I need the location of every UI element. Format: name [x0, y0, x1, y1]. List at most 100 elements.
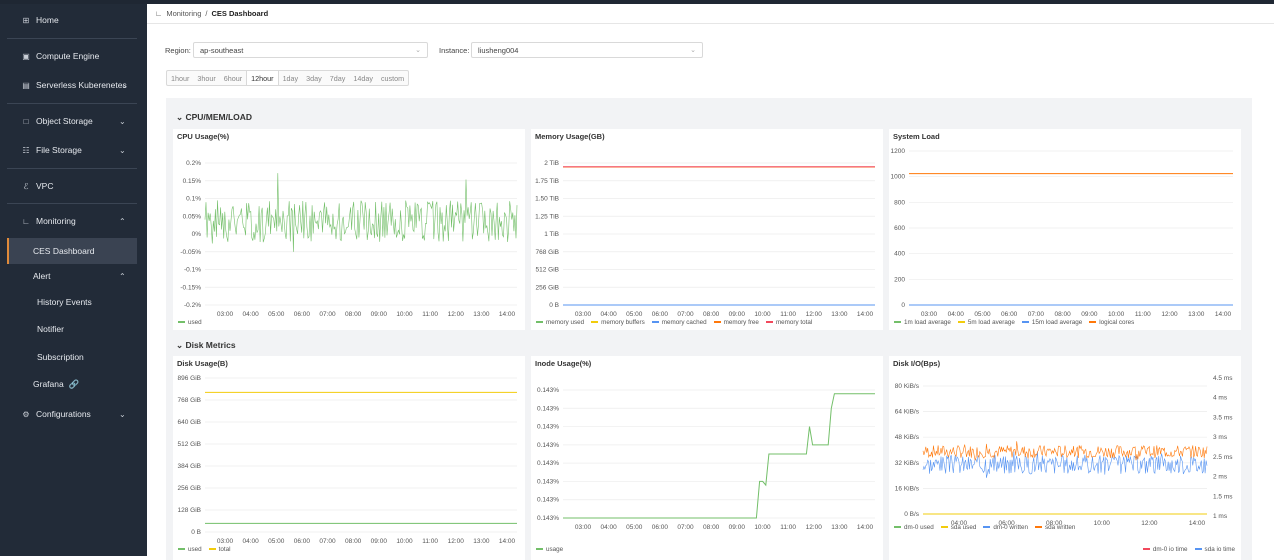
- sidebar-item-object-storage[interactable]: □ Object Storage ⌄: [0, 111, 147, 131]
- section-title: CPU/MEM/LOAD: [185, 112, 253, 122]
- legend-item[interactable]: memory free: [713, 319, 759, 326]
- legend-item[interactable]: 5m load average: [957, 319, 1015, 326]
- y2-tick-label: 2 ms: [1213, 474, 1228, 481]
- legend-swatch: [940, 526, 948, 529]
- range-7day[interactable]: 7day: [326, 71, 350, 85]
- x-tick-label: 06:00: [1001, 311, 1018, 318]
- legend-item[interactable]: usage: [536, 546, 563, 553]
- y-tick-label: 0.143%: [537, 497, 559, 504]
- y-tick-label: 16 KiB/s: [895, 485, 920, 492]
- main-content: ∟ Monitoring / CES Dashboard Region: ap-…: [147, 4, 1274, 560]
- y-tick-label: 0%: [192, 231, 202, 238]
- section-title: Disk Metrics: [185, 340, 236, 350]
- legend-item[interactable]: sda io time: [1194, 546, 1235, 553]
- y-tick-label: 0 B: [191, 529, 201, 536]
- x-tick-label: 06:00: [294, 538, 311, 545]
- range-custom[interactable]: custom: [377, 71, 408, 85]
- y-tick-label: 80 KiB/s: [895, 383, 920, 390]
- grid-icon: ⊞: [22, 15, 30, 25]
- x-tick-label: 12:00: [1141, 520, 1158, 527]
- y-tick-label: 256 GiB: [178, 485, 202, 492]
- sidebar-item-monitoring[interactable]: ∟ Monitoring ⌃: [0, 211, 147, 231]
- breadcrumb-parent[interactable]: Monitoring: [166, 9, 201, 18]
- sidebar-item-home[interactable]: ⊞ Home: [0, 10, 147, 30]
- x-tick-label: 05:00: [626, 311, 643, 318]
- sidebar-item-serverless-kubernetes[interactable]: ▤ Serverless Kuberenetes ⌄: [0, 75, 147, 95]
- sidebar-item-vpc[interactable]: ℰ VPC: [0, 176, 147, 196]
- sidebar-item-notifier[interactable]: Notifier: [0, 319, 147, 339]
- x-tick-label: 07:00: [677, 524, 694, 531]
- section-header-cpu[interactable]: ⌄ CPU/MEM/LOAD: [176, 112, 252, 123]
- range-3hour[interactable]: 3hour: [193, 71, 219, 85]
- sidebar-divider: [7, 203, 137, 204]
- chart-legend-secondary: dm-0 io time sda io time: [1142, 546, 1235, 553]
- y2-tick-label: 4 ms: [1213, 395, 1228, 402]
- y-tick-label: 0: [901, 302, 905, 309]
- legend-item[interactable]: memory cached: [651, 319, 707, 326]
- y-tick-label: 0 B: [549, 302, 559, 309]
- x-tick-label: 06:00: [294, 311, 311, 318]
- range-1hour[interactable]: 1hour: [167, 71, 193, 85]
- chart-icon: ∟: [155, 9, 163, 18]
- y-tick-label: 896 GiB: [178, 375, 202, 382]
- sidebar-item-configurations[interactable]: ⚙ Configurations ⌄: [0, 404, 147, 424]
- cpu-usage-panel: CPU Usage(%) 0.2% 0.15% 0.1% 0.05% 0% -0.05% -0…: [173, 129, 525, 330]
- legend-item[interactable]: used: [178, 319, 202, 326]
- system-load-panel: System Load 1200 1000 800 600 400 200 0 03:00 04:…: [889, 129, 1241, 330]
- sidebar-item-history-events[interactable]: History Events: [0, 292, 147, 312]
- section-header-disk[interactable]: ⌄ Disk Metrics: [176, 340, 236, 351]
- legend-item[interactable]: dm-0 io time: [1142, 546, 1188, 553]
- chevron-down-icon: ⌄: [121, 80, 128, 90]
- legend-swatch: [1034, 526, 1042, 529]
- x-tick-label: 12:00: [806, 311, 823, 318]
- legend-item[interactable]: used: [178, 546, 202, 553]
- range-12hour[interactable]: 12hour: [246, 71, 279, 85]
- y-tick-label: 1.75 TiB: [535, 178, 559, 185]
- x-tick-label: 04:00: [948, 311, 965, 318]
- sidebar-item-label: Home: [36, 15, 59, 25]
- range-3day[interactable]: 3day: [302, 71, 326, 85]
- sidebar-item-file-storage[interactable]: ☷ File Storage ⌄: [0, 140, 147, 160]
- sidebar-item-compute-engine[interactable]: ▣ Compute Engine: [0, 46, 147, 66]
- legend-swatch: [894, 321, 901, 324]
- link-icon: 🔗: [68, 378, 80, 389]
- dashboard-area: ⌄ CPU/MEM/LOAD ⌄ Disk Metrics CPU Usage(…: [166, 98, 1252, 560]
- x-tick-label: 14:00: [499, 538, 516, 545]
- legend-item[interactable]: sda used: [940, 524, 976, 531]
- sidebar-divider: [7, 103, 137, 104]
- x-tick-label: 08:00: [345, 538, 362, 545]
- sidebar-item-label: Subscription: [37, 352, 84, 362]
- range-6hour[interactable]: 6hour: [220, 71, 246, 85]
- y-tick-label: 400: [894, 251, 905, 258]
- sidebar-item-ces-dashboard[interactable]: CES Dashboard: [7, 238, 137, 264]
- x-tick-label: 13:00: [473, 311, 490, 318]
- legend-item[interactable]: logical cores: [1089, 319, 1134, 326]
- legend-item[interactable]: sda written: [1034, 524, 1075, 531]
- region-label: Region:: [165, 46, 191, 55]
- y2-tick-label: 3.5 ms: [1213, 414, 1233, 421]
- legend-item[interactable]: dm-0 used: [894, 524, 934, 531]
- y-tick-label: 1200: [891, 148, 906, 155]
- legend-swatch: [591, 321, 599, 324]
- y-tick-label: 48 KiB/s: [895, 434, 920, 441]
- chart-legend: usage: [536, 546, 563, 553]
- chevron-down-icon: ⌄: [119, 145, 126, 155]
- legend-item[interactable]: 1m load average: [894, 319, 951, 326]
- x-tick-label: 03:00: [217, 538, 234, 545]
- legend-item[interactable]: total: [208, 546, 231, 553]
- region-select[interactable]: ap-southeast ⌄: [193, 42, 428, 58]
- x-tick-label: 10:00: [1094, 520, 1111, 527]
- x-tick-label: 13:00: [1188, 311, 1205, 318]
- legend-item[interactable]: memory buffers: [591, 319, 645, 326]
- sidebar-item-subscription[interactable]: Subscription: [0, 347, 147, 367]
- legend-item[interactable]: memory total: [765, 319, 812, 326]
- series-line-sda-written: [922, 441, 1208, 462]
- range-1day[interactable]: 1day: [279, 71, 303, 85]
- range-14day[interactable]: 14day: [349, 71, 377, 85]
- legend-item[interactable]: 15m load average: [1021, 319, 1082, 326]
- instance-select[interactable]: liusheng004 ⌄: [471, 42, 703, 58]
- sidebar-item-alert[interactable]: Alert ⌃: [0, 266, 147, 286]
- legend-item[interactable]: memory used: [536, 319, 584, 326]
- legend-item[interactable]: dm-0 written: [983, 524, 1028, 531]
- sidebar-item-grafana[interactable]: Grafana 🔗: [0, 374, 147, 394]
